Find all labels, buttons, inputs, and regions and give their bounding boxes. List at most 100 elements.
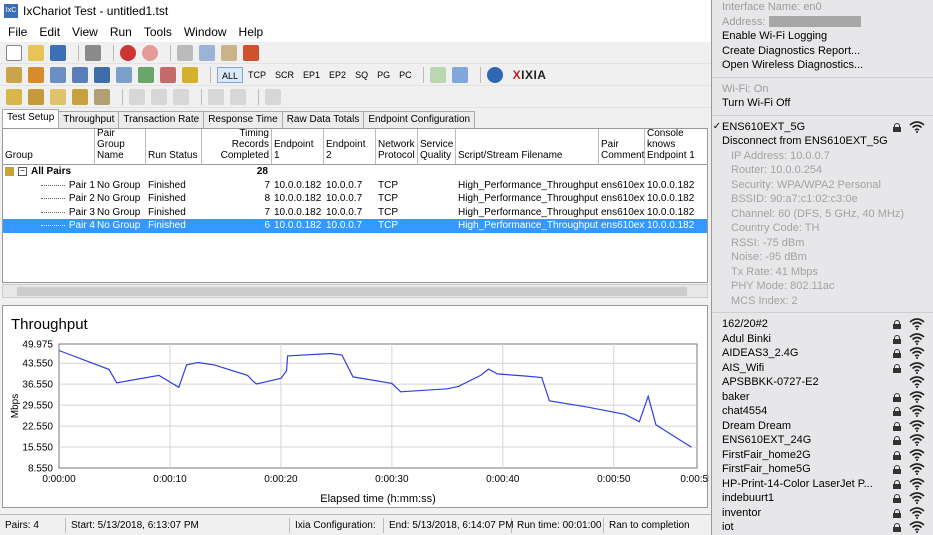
delete-icon[interactable] <box>243 44 259 61</box>
menu-file[interactable]: File <box>2 25 33 39</box>
status-ixia-config: Ixia Configuration: <box>290 517 384 533</box>
col-run-status[interactable]: Run Status <box>146 129 202 164</box>
wifi-network-item[interactable]: baker <box>712 390 933 405</box>
tab-transaction-rate[interactable]: Transaction Rate <box>118 111 205 128</box>
filter-sq[interactable]: SQ <box>351 67 372 83</box>
menu-window[interactable]: Window <box>178 25 233 39</box>
print-icon[interactable] <box>85 44 101 61</box>
collapse-icon[interactable] <box>72 88 88 105</box>
network-icon[interactable] <box>160 66 176 83</box>
wifi-network-item[interactable]: 162/20#2 <box>712 317 933 332</box>
pair-label: Pair 2 <box>68 193 95 204</box>
wifi-network-item[interactable]: AIS_Wifi <box>712 361 933 376</box>
col-group[interactable]: Group <box>3 129 95 164</box>
edit-pair-icon[interactable] <box>72 66 88 83</box>
mark-icon[interactable] <box>129 88 145 105</box>
align-icon[interactable] <box>208 88 224 105</box>
pairs-grid[interactable]: Group Pair Group Name Run Status Timing … <box>2 128 708 283</box>
wifi-network-item[interactable]: Dream Dream <box>712 419 933 434</box>
tab-test-setup[interactable]: Test Setup <box>2 109 60 128</box>
paste-icon[interactable] <box>221 44 237 61</box>
tab-response-time[interactable]: Response Time <box>203 111 283 128</box>
edit-script-icon[interactable] <box>116 66 132 83</box>
filter-icon[interactable] <box>28 88 44 105</box>
grid-icon[interactable] <box>429 66 446 83</box>
enable-wifi-logging[interactable]: Enable Wi-Fi Logging <box>712 29 933 44</box>
col-network-protocol[interactable]: Network Protocol <box>376 129 418 164</box>
unmark-icon[interactable] <box>151 88 167 105</box>
col-console-endpoint[interactable]: Console knows Endpoint 1 <box>645 129 707 164</box>
chart-icon[interactable] <box>138 66 154 83</box>
wifi-network-item[interactable]: HP-Print-14-Color LaserJet P... <box>712 477 933 492</box>
save-icon[interactable] <box>50 44 66 61</box>
filter-ep1[interactable]: EP1 <box>299 67 324 83</box>
network-name: chat4554 <box>722 405 768 417</box>
menu-run[interactable]: Run <box>104 25 138 39</box>
filter-ep2[interactable]: EP2 <box>325 67 350 83</box>
tab-throughput[interactable]: Throughput <box>58 111 120 128</box>
open-wireless-diagnostics[interactable]: Open Wireless Diagnostics... <box>712 58 933 73</box>
y-tick-label: 49.975 <box>22 340 53 351</box>
col-pair-comment[interactable]: Pair Comment <box>599 129 645 164</box>
open-folder-icon[interactable] <box>28 44 44 61</box>
group-row-all-pairs[interactable]: − All Pairs 28 <box>3 165 707 179</box>
col-endpoint-2[interactable]: Endpoint 2 <box>324 129 376 164</box>
wifi-network-item[interactable]: Adul Binki <box>712 332 933 347</box>
wifi-network-item[interactable]: APSBBKK-0727-E2 <box>712 375 933 390</box>
copy-icon[interactable] <box>199 44 215 61</box>
menu-help[interactable]: Help <box>233 25 270 39</box>
run-icon[interactable] <box>120 44 136 61</box>
bulb-icon[interactable] <box>182 66 198 83</box>
col-endpoint-1[interactable]: Endpoint 1 <box>272 129 324 164</box>
table-row[interactable]: Pair 3 No Group Finished 7 10.0.0.182 10.0.0.… <box>3 206 707 220</box>
turn-wifi-off[interactable]: Turn Wi-Fi Off <box>712 96 933 111</box>
replicate-pair-icon[interactable] <box>94 66 110 83</box>
table-row[interactable]: Pair 1 No Group Finished 7 10.0.0.182 10.0.0.… <box>3 179 707 193</box>
wifi-network-item[interactable]: inventor <box>712 506 933 521</box>
swap-icon[interactable] <box>173 88 189 105</box>
filter-tcp[interactable]: TCP <box>244 67 270 83</box>
table-row[interactable]: Pair 4 No Group Finished 6 10.0.0.182 10.0.0.… <box>3 219 707 233</box>
new-file-icon[interactable] <box>6 44 22 61</box>
horizontal-scrollbar[interactable] <box>2 284 708 298</box>
col-pair-group-name[interactable]: Pair Group Name <box>95 129 146 164</box>
stop-icon[interactable] <box>142 44 158 61</box>
tab-endpoint-configuration[interactable]: Endpoint Configuration <box>363 111 476 128</box>
monitor-icon[interactable] <box>265 88 281 105</box>
window-icon[interactable] <box>451 66 468 83</box>
menu-tools[interactable]: Tools <box>138 25 178 39</box>
table-row[interactable]: Pair 2 No Group Finished 8 10.0.0.182 10.0.0.… <box>3 192 707 206</box>
add-group-icon[interactable] <box>50 66 66 83</box>
wifi-network-item[interactable]: FirstFair_home2G <box>712 448 933 463</box>
filter-scr[interactable]: SCR <box>271 67 298 83</box>
tab-raw-data-totals[interactable]: Raw Data Totals <box>281 111 365 128</box>
wifi-network-item[interactable]: AIDEAS3_2.4G <box>712 346 933 361</box>
sort-icon[interactable] <box>6 88 22 105</box>
cut-icon[interactable] <box>177 44 193 61</box>
wifi-network-item[interactable]: FirstFair_home5G <box>712 462 933 477</box>
menu-view[interactable]: View <box>66 25 104 39</box>
filter-pg[interactable]: PG <box>373 67 394 83</box>
group-icon[interactable] <box>94 88 110 105</box>
expand-icon[interactable] <box>50 88 66 105</box>
col-service-quality[interactable]: Service Quality <box>418 129 456 164</box>
filter-pc[interactable]: PC <box>395 67 416 83</box>
col-timing-records[interactable]: Timing Records Completed <box>202 129 272 164</box>
wifi-network-item[interactable]: chat4554 <box>712 404 933 419</box>
info-icon[interactable] <box>486 66 503 83</box>
wifi-network-item[interactable]: indebuurt1 <box>712 491 933 506</box>
connected-network[interactable]: ✓ ENS610EXT_5G <box>712 120 933 135</box>
menu-edit[interactable]: Edit <box>33 25 66 39</box>
add-multicast-icon[interactable] <box>28 66 44 83</box>
add-pair-icon[interactable] <box>6 66 22 83</box>
scrollbar-thumb[interactable] <box>17 287 687 296</box>
collapse-toggle-icon[interactable]: − <box>18 167 27 177</box>
layout-icon[interactable] <box>230 88 246 105</box>
create-diagnostics-report[interactable]: Create Diagnostics Report... <box>712 44 933 59</box>
wifi-network-item[interactable]: iot <box>712 520 933 535</box>
wifi-network-item[interactable]: ENS610EXT_24G <box>712 433 933 448</box>
disconnect-network[interactable]: Disconnect from ENS610EXT_5G <box>712 134 933 149</box>
lock-icon <box>893 436 901 445</box>
col-script-filename[interactable]: Script/Stream Filename <box>456 129 599 164</box>
filter-all[interactable]: ALL <box>217 66 244 83</box>
